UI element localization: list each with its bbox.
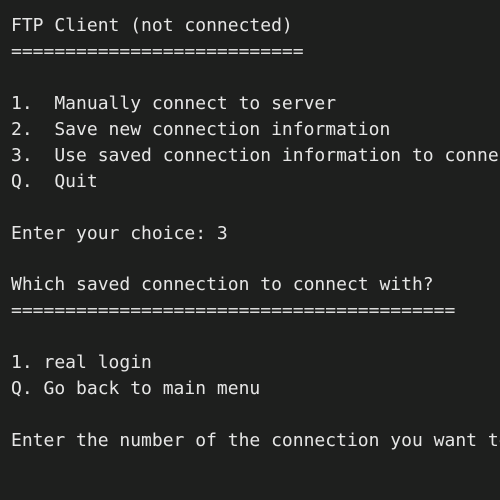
title-underline: =========================== bbox=[11, 41, 304, 62]
saved-connections-title: Which saved connection to connect with? bbox=[11, 274, 434, 295]
menu-item-manual-connect: 1. Manually connect to server bbox=[11, 93, 337, 114]
menu-item-save-connection: 2. Save new connection information bbox=[11, 119, 391, 140]
saved-connections-underline: ========================================… bbox=[11, 300, 456, 321]
connection-number-prompt[interactable]: Enter the number of the connection you w… bbox=[11, 429, 500, 453]
saved-connection-item-real-login: 1. real login bbox=[11, 352, 152, 373]
saved-menu-back-item: Q. Go back to main menu bbox=[11, 378, 261, 399]
choice-prompt[interactable]: Enter your choice: 3 bbox=[11, 222, 228, 246]
terminal-window[interactable]: FTP Client (not connected) =============… bbox=[0, 0, 500, 500]
menu-item-quit: Q. Quit bbox=[11, 171, 98, 192]
terminal-title-line: FTP Client (not connected) bbox=[11, 15, 293, 36]
menu-item-use-saved-connection: 3. Use saved connection information to c… bbox=[11, 145, 500, 166]
